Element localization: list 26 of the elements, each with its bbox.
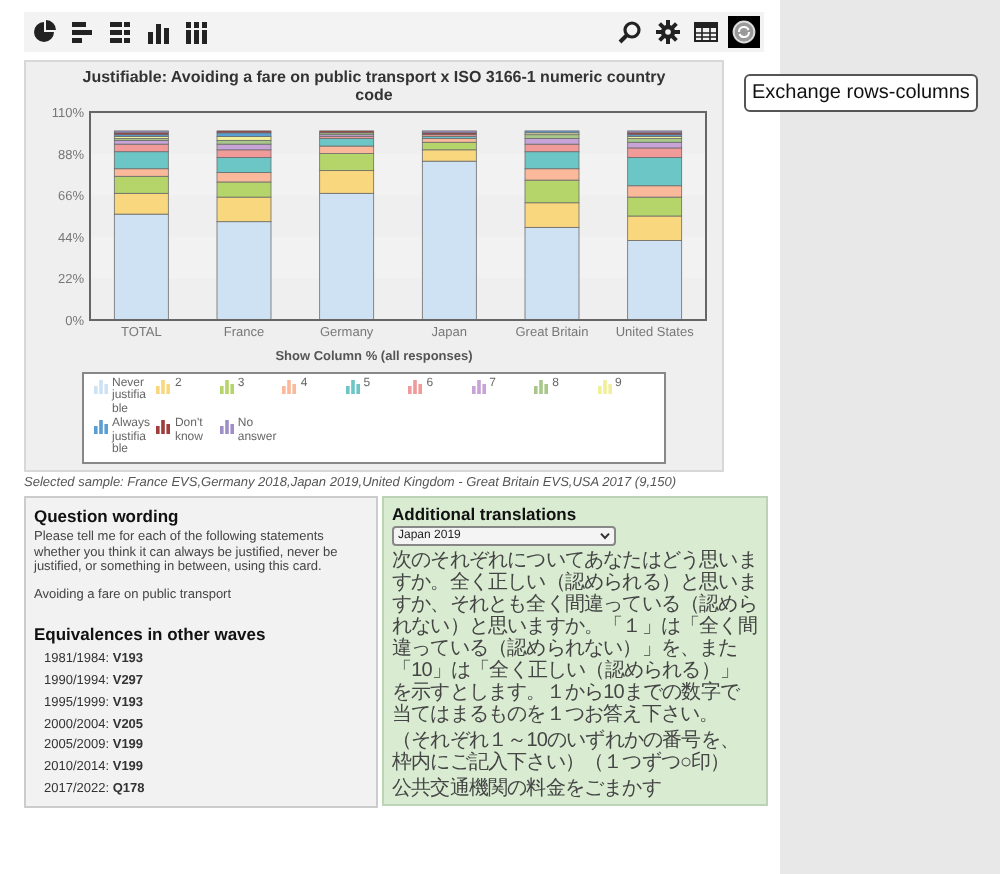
toolbar-button[interactable] [652, 16, 684, 48]
pie-chart-icon [32, 20, 56, 44]
stacked-bar-chart-icon [108, 20, 132, 44]
caret-icon [600, 532, 610, 541]
toolbar-button[interactable] [104, 16, 136, 48]
translation-text: 次のそれぞれについてあなたはどう思いますか。全く正しい（認められる）と思いますか、それとも全く間違っている（認められない）と思いますか。「１」は「全く間違っている（認められない）」を、また「10」は「全く正しい（認められる）」を示すとします。１から10までの数字で当てはまるものを１つお答え下さい。 [392, 550, 758, 727]
chart-title: Justifiable: Avoiding a fare on public transport x ISO 3166-1 numeric country code [80, 68, 668, 104]
section-title: Equivalences in other waves [34, 621, 268, 647]
stacked-column-chart-icon [184, 20, 208, 44]
settings-icon [656, 20, 680, 44]
translation-text: 公共交通機関の料金をごまかす [392, 778, 663, 801]
section-title: Question wording [34, 503, 181, 529]
translation-text: （それぞれ１～10のいずれかの番号を、枠内にご記入下さい）（１つずつ○印） [392, 730, 742, 775]
column-chart-icon [146, 20, 170, 44]
section-title: Additional translations [392, 501, 579, 527]
toolbar-button[interactable] [728, 16, 760, 48]
toolbar-button[interactable] [614, 16, 646, 48]
exchange-icon [732, 20, 756, 44]
toolbar-button[interactable] [28, 16, 60, 48]
search-icon [618, 20, 642, 44]
toolbar-button[interactable] [66, 16, 98, 48]
bar-chart-icon [70, 20, 94, 44]
toolbar-button[interactable] [690, 16, 722, 48]
tooltip: Exchange rows-columns [744, 74, 978, 112]
table-icon [694, 20, 718, 44]
toolbar-button[interactable] [180, 16, 212, 48]
